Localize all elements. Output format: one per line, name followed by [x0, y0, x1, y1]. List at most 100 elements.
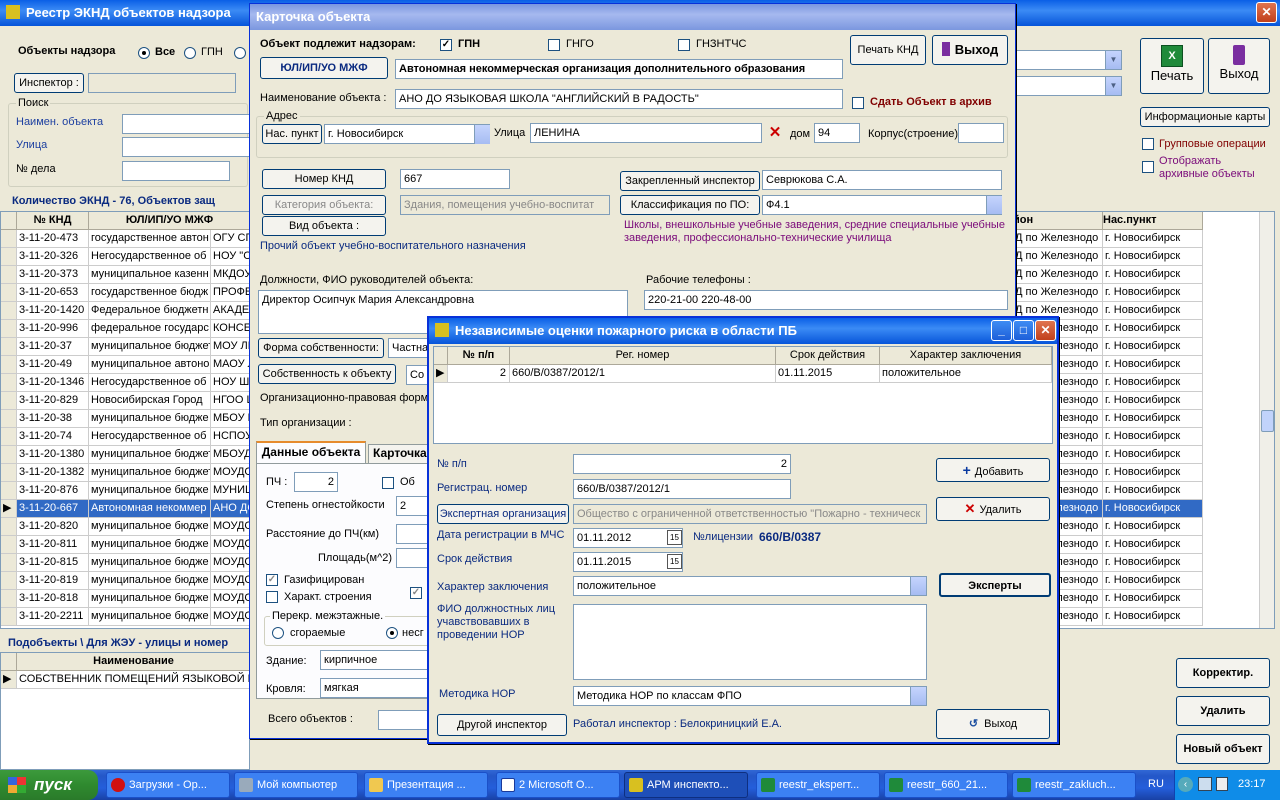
own-form-field[interactable]: Частна	[388, 338, 432, 358]
risk-col-term[interactable]: Срок действия	[776, 347, 880, 365]
reg-field[interactable]: 660/В/0387/2012/1	[573, 479, 791, 499]
cell-knd[interactable]: 3-11-20-49	[17, 356, 89, 374]
calendar-icon[interactable]: 15	[667, 530, 682, 545]
main-exit-button[interactable]: Выход	[1208, 38, 1270, 94]
fio-field[interactable]	[573, 604, 927, 680]
new-object-button[interactable]: Новый объект	[1176, 734, 1270, 764]
cell-district[interactable]: Д по Железнодо	[1013, 248, 1103, 266]
risk-col-np[interactable]: № п/п	[448, 347, 510, 365]
radio-all[interactable]	[138, 47, 150, 59]
cell-knd[interactable]: 3-11-20-473	[17, 230, 89, 248]
row-selector[interactable]	[1, 518, 17, 536]
row-selector[interactable]: ▶	[1, 500, 17, 518]
cell-city[interactable]: г. Новосибирск	[1103, 464, 1203, 482]
task-word[interactable]: 2 Microsoft O...	[496, 772, 620, 798]
cell-ul-short[interactable]: АНО ДО	[211, 500, 251, 518]
cell-city[interactable]: г. Новосибирск	[1103, 572, 1203, 590]
row-selector[interactable]	[1, 464, 17, 482]
cell-ul-short[interactable]: МОУДС	[211, 554, 251, 572]
col-ul[interactable]: ЮЛ/ИП/УО МЖФ	[89, 212, 251, 230]
task-opera[interactable]: Загрузки - Op...	[106, 772, 230, 798]
search-street-input[interactable]	[122, 137, 250, 157]
cell-ul-short[interactable]: МАОУ Л	[211, 356, 251, 374]
extra-checkbox[interactable]: ✓	[410, 587, 422, 599]
struct-checkbox[interactable]	[266, 591, 278, 603]
total-field[interactable]	[378, 710, 428, 730]
row-selector[interactable]	[1, 248, 17, 266]
cell-city[interactable]: г. Новосибирск	[1103, 230, 1203, 248]
cell-ul-form[interactable]: муниципальное бюдже	[89, 536, 211, 554]
row-selector[interactable]	[1, 410, 17, 428]
char-select[interactable]: положительное	[573, 576, 927, 596]
chevron-down-icon[interactable]	[474, 125, 490, 144]
cell-ul-short[interactable]: МОУДС	[211, 590, 251, 608]
cell-ul-short[interactable]: НОУ Ш	[211, 374, 251, 392]
kind-button[interactable]: Вид объекта :	[262, 216, 386, 236]
add-button[interactable]: + Добавить	[936, 458, 1050, 482]
city-button[interactable]: Нас. пункт	[262, 124, 322, 144]
cell-district[interactable]: Д по Железнодо	[1013, 266, 1103, 284]
main-close-icon[interactable]: ✕	[1256, 2, 1277, 23]
cell-ul-form[interactable]: муниципальное казенн	[89, 266, 211, 284]
cell-ul-form[interactable]: федеральное государс	[89, 320, 211, 338]
gpn-checkbox[interactable]: ✓	[440, 39, 452, 51]
cell-city[interactable]: г. Новосибирск	[1103, 392, 1203, 410]
close-icon[interactable]: ✕	[1035, 320, 1056, 341]
cell-ul-form[interactable]: муниципальное бюджет	[89, 464, 211, 482]
cell-ul-form[interactable]: муниципальное бюдже	[89, 572, 211, 590]
card-exit-button[interactable]: Выход	[932, 35, 1008, 65]
cell-ul-short[interactable]: МОУДС	[211, 464, 251, 482]
cell-city[interactable]: г. Новосибирск	[1103, 608, 1203, 626]
cell-knd[interactable]: 3-11-20-2211	[17, 608, 89, 626]
col-city[interactable]: Нас.пункт	[1103, 212, 1203, 230]
cell-city[interactable]: г. Новосибирск	[1103, 302, 1203, 320]
ob-checkbox[interactable]	[382, 477, 394, 489]
cell-district[interactable]: Д по Железнодо	[1013, 284, 1103, 302]
row-selector[interactable]	[1, 572, 17, 590]
street-field[interactable]: ЛЕНИНА	[530, 123, 762, 143]
chevron-down-icon[interactable]	[910, 577, 926, 595]
row-selector[interactable]	[1, 302, 17, 320]
col-district[interactable]: йон	[1013, 212, 1103, 230]
maximize-icon[interactable]: □	[1013, 320, 1034, 341]
cell-city[interactable]: г. Новосибирск	[1103, 428, 1203, 446]
inspector-field[interactable]	[88, 73, 236, 93]
risk-row-reg[interactable]: 660/В/0387/2012/1	[510, 365, 776, 383]
risk-row-char[interactable]: положительное	[880, 365, 1052, 383]
cell-ul-short[interactable]: МБОУД	[211, 446, 251, 464]
cell-city[interactable]: г. Новосибирск	[1103, 536, 1203, 554]
name-field[interactable]: АНО ДО ЯЗЫКОВАЯ ШКОЛА "АНГЛИЙСКИЙ В РАДО…	[395, 89, 843, 109]
cell-ul-form[interactable]: муниципальное бюджет	[89, 446, 211, 464]
row-selector[interactable]	[1, 446, 17, 464]
cell-knd[interactable]: 3-11-20-373	[17, 266, 89, 284]
show-archived-checkbox[interactable]	[1142, 161, 1154, 173]
cell-ul-short[interactable]: МОУДС	[211, 572, 251, 590]
cell-knd[interactable]: 3-11-20-815	[17, 554, 89, 572]
cell-city[interactable]: г. Новосибирск	[1103, 248, 1203, 266]
cell-knd[interactable]: 3-11-20-1382	[17, 464, 89, 482]
row-selector[interactable]	[1, 356, 17, 374]
cell-city[interactable]: г. Новосибирск	[1103, 410, 1203, 428]
info-cards-button[interactable]: Информационые карты	[1140, 107, 1270, 127]
expert-org-button[interactable]: Экспертная организация	[437, 504, 569, 524]
cell-ul-short[interactable]: АКАДЕ	[211, 302, 251, 320]
row-selector[interactable]	[1, 536, 17, 554]
nonburn-radio[interactable]	[386, 627, 398, 639]
cell-knd[interactable]: 3-11-20-326	[17, 248, 89, 266]
cell-ul-form[interactable]: Федеральное бюджетн	[89, 302, 211, 320]
chevron-down-icon[interactable]	[986, 196, 1002, 214]
row-selector[interactable]	[1, 230, 17, 248]
radio-gpn[interactable]	[184, 47, 196, 59]
search-name-input[interactable]	[122, 114, 250, 134]
calendar-icon[interactable]: 15	[667, 554, 682, 569]
cell-ul-short[interactable]: ОГУ СП	[211, 230, 251, 248]
cell-ul-form[interactable]: муниципальное бюдже	[89, 554, 211, 572]
row-selector[interactable]	[1, 392, 17, 410]
language-indicator[interactable]: RU	[1148, 778, 1164, 790]
table-scrollbar[interactable]	[1259, 212, 1274, 628]
cell-knd[interactable]: 3-11-20-819	[17, 572, 89, 590]
method-select[interactable]: Методика НОР по классам ФПО	[573, 686, 927, 706]
np-field[interactable]: 2	[573, 454, 791, 474]
corpus-field[interactable]	[958, 123, 1004, 143]
cell-ul-short[interactable]: НОУ "С	[211, 248, 251, 266]
